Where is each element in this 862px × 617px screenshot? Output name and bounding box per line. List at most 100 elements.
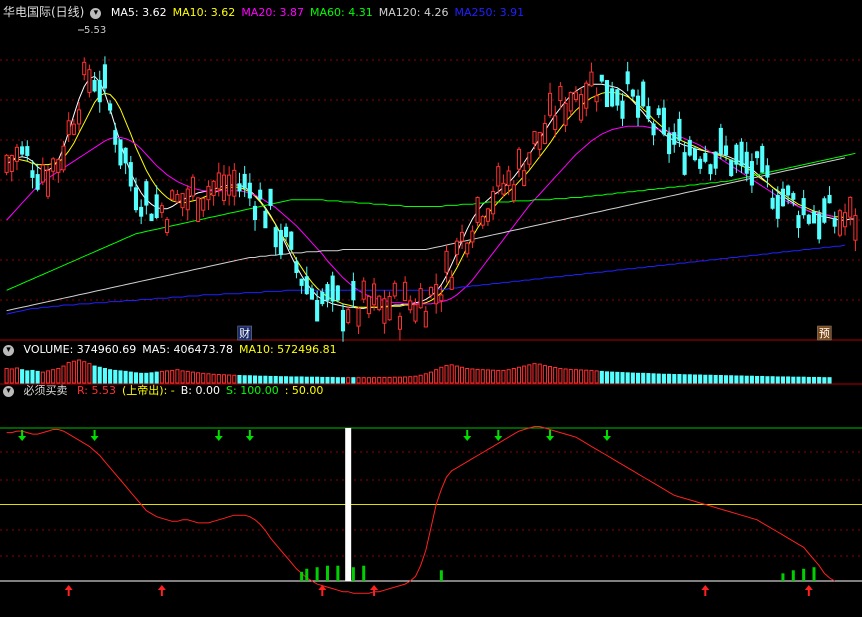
chevron-down-icon[interactable]: ▾ [3, 344, 14, 356]
signal-bar [336, 565, 340, 581]
signal-spike-bar [345, 428, 352, 581]
volume-bar [775, 376, 780, 384]
candle-body [604, 80, 610, 108]
volume-bar [496, 369, 501, 384]
candle-body [651, 123, 656, 136]
volume-bar [185, 370, 190, 384]
volume-bar [667, 373, 672, 384]
volume-bar [175, 369, 180, 384]
volume-bar [123, 370, 128, 384]
candle-body [796, 215, 801, 229]
sell-arrow-icon [546, 430, 555, 441]
volume-bar [9, 368, 14, 384]
candle-body [460, 231, 465, 242]
candle-body [71, 123, 76, 135]
candle-body [320, 291, 325, 305]
volume-bar [501, 369, 506, 384]
volume-bar [806, 376, 811, 384]
volume-bar [418, 374, 423, 384]
volume-bar [387, 376, 392, 384]
candle-body [227, 174, 232, 196]
volume-bar [346, 377, 351, 384]
volume-bar [470, 368, 475, 384]
volume-panel-header: ▾ VOLUME: 374960.69 MA5: 406473.78 MA10: 5… [3, 342, 349, 358]
candle-body [113, 130, 118, 145]
candle-body [485, 208, 490, 222]
volume-bar [40, 371, 45, 384]
volume-bar [444, 365, 449, 384]
security-title[interactable]: 华电国际(日线) [3, 5, 84, 19]
candle-body [25, 146, 30, 156]
main-panel-header: 华电国际(日线) ▾ MA5: 3.62 MA10: 3.62 MA20: 3.87 M… [3, 4, 536, 20]
candle-body [599, 74, 604, 82]
candle-body [817, 213, 822, 240]
volume-bar [718, 374, 723, 384]
candle-body [786, 185, 791, 196]
ma-ma5: MA5: 3.62 [110, 6, 167, 19]
volume-bar [258, 375, 263, 384]
volume-bar [698, 374, 703, 384]
candle-body [190, 176, 195, 197]
indicator-item: : 50.00 [284, 384, 324, 397]
volume-bar [522, 365, 527, 384]
candle-body [780, 188, 786, 207]
volume-bar [485, 369, 490, 384]
volume-bar [392, 376, 397, 384]
volume-bar [537, 363, 542, 384]
candle-body [351, 280, 356, 301]
candle-body [325, 284, 330, 301]
signal-bar [439, 570, 443, 581]
volume-bar [646, 373, 651, 384]
volume-bar [366, 377, 371, 384]
chevron-down-icon[interactable]: ▾ [3, 385, 14, 397]
candle-body [532, 131, 537, 145]
volume-bar [335, 377, 340, 384]
volume-bar [475, 368, 480, 384]
volume-bar [397, 376, 402, 384]
sell-arrow-icon [90, 430, 99, 441]
candle-body [56, 159, 61, 173]
candle-body [185, 188, 190, 211]
volume-bar [206, 373, 211, 384]
candle-body [542, 123, 547, 144]
volume-bar [211, 373, 216, 384]
candle-body [703, 153, 708, 162]
candle-body [335, 285, 340, 301]
volume-bar [247, 375, 252, 384]
candle-body [579, 94, 584, 121]
indicator-name[interactable]: 必须买卖 [24, 384, 68, 397]
volume-bar [351, 377, 356, 384]
volume-bar [35, 370, 40, 384]
candle-body [273, 227, 278, 248]
volume-bar [14, 367, 19, 384]
volume-bar [439, 366, 444, 384]
volume-bar [30, 369, 35, 384]
signal-bar [802, 568, 806, 581]
candle-body [268, 188, 273, 206]
candle-body [76, 109, 82, 125]
volume-bar [403, 376, 408, 384]
volume-bar [61, 365, 66, 384]
candle-body [315, 299, 320, 322]
moving-average-lines [6, 75, 856, 315]
signal-bar [305, 568, 309, 581]
chevron-down-icon[interactable]: ▾ [90, 7, 102, 19]
volume-bar [170, 369, 175, 384]
volume-bar [20, 369, 25, 384]
candle-body [558, 85, 563, 102]
signal-bar [351, 567, 355, 581]
volume-bar [682, 374, 687, 384]
volume-bar [118, 370, 123, 384]
volume-bar [252, 375, 258, 384]
volume-bar [656, 373, 661, 384]
volume-bar [822, 377, 827, 384]
volume-bar [423, 373, 428, 384]
candle-body [827, 194, 832, 204]
volume-bar [377, 376, 382, 384]
candle-body [242, 173, 247, 189]
candle-body [568, 91, 573, 112]
event-marker-label: 预 [819, 327, 830, 340]
volume-bar [449, 364, 454, 384]
candle-body [232, 169, 237, 197]
volume-bar [434, 369, 439, 384]
